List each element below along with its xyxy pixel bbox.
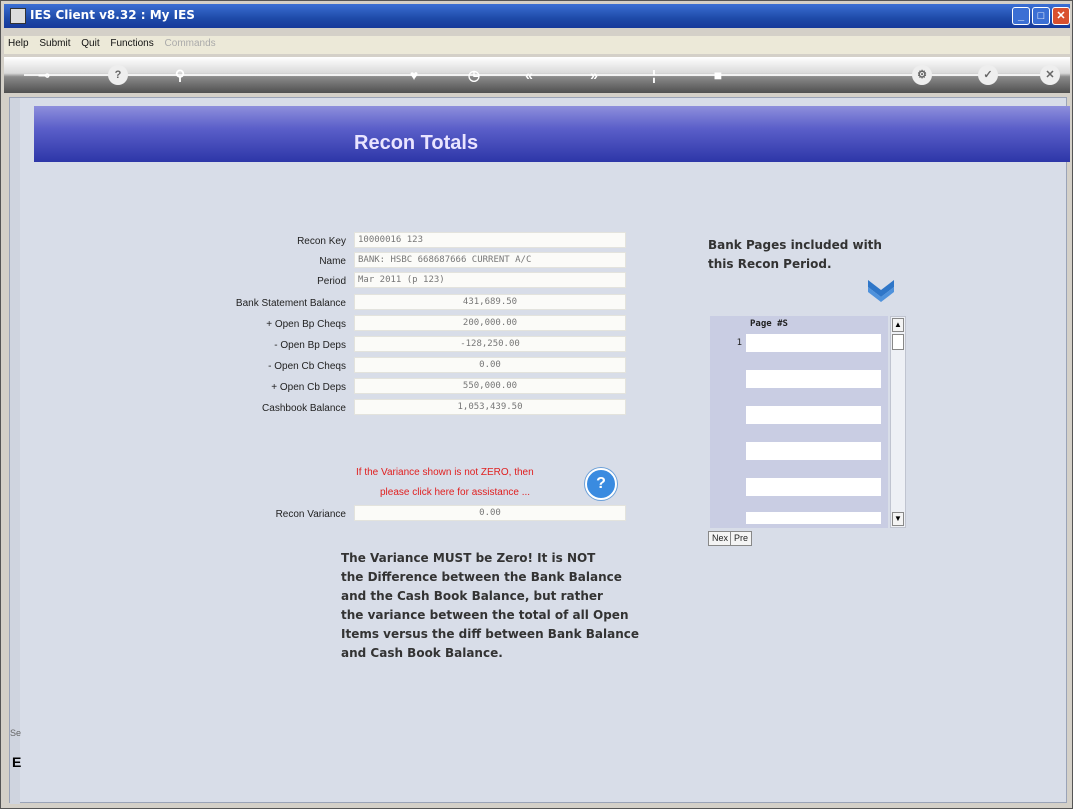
note-line: the variance between the total of all Op… (341, 608, 629, 622)
cashbook-balance-field[interactable]: 1,053,439.50 (354, 399, 626, 415)
menu-submit[interactable]: Submit (35, 36, 74, 51)
clock-icon[interactable]: ◷ (464, 65, 484, 85)
note-line: the Difference between the Bank Balance (341, 570, 622, 584)
prev-page-button[interactable]: Pre (730, 531, 753, 546)
note-line: The Variance MUST be Zero! It is NOT (341, 551, 596, 565)
recon-key-field[interactable]: 10000016 123 (354, 232, 626, 248)
grid-header-page: Page #S (746, 316, 885, 332)
down-arrow-icon (868, 280, 894, 302)
open-cb-deps-field[interactable]: 550,000.00 (354, 378, 626, 394)
menu-quit[interactable]: Quit (77, 36, 103, 51)
label-recon-key: Recon Key (297, 236, 346, 247)
check-icon[interactable]: ✓ (978, 65, 998, 85)
label-recon-variance: Recon Variance (275, 509, 346, 520)
key-icon[interactable]: ⊸ (34, 65, 54, 85)
bank-balance-field[interactable]: 431,689.50 (354, 294, 626, 310)
label-open-bp-cheqs: + Open Bp Cheqs (266, 319, 346, 330)
variance-explanation: The Variance MUST be Zero! It is NOT the… (341, 549, 661, 663)
grid-row[interactable] (746, 478, 881, 496)
recon-variance-field[interactable]: 0.00 (354, 505, 626, 521)
help-icon[interactable]: ? (108, 65, 128, 85)
stop-icon[interactable]: ■ (708, 65, 728, 85)
variance-warning-line1: If the Variance shown is not ZERO, then (356, 467, 534, 478)
heart-icon[interactable]: ♥ (404, 65, 424, 85)
window-title: IES Client v8.32 : My IES (30, 8, 195, 22)
title-bar: IES Client v8.32 : My IES _ □ ✕ (4, 4, 1070, 28)
label-open-bp-deps: - Open Bp Deps (274, 340, 346, 351)
menu-commands: Commands (164, 38, 216, 49)
grid-row[interactable] (746, 406, 881, 424)
open-bp-cheqs-field[interactable]: 200,000.00 (354, 315, 626, 331)
bank-pages-title-line2: this Recon Period. (708, 257, 832, 271)
minimize-button[interactable]: _ (1012, 7, 1030, 25)
page-title: Recon Totals (354, 132, 479, 154)
label-open-cb-cheqs: - Open Cb Cheqs (268, 361, 346, 372)
scroll-up-button[interactable]: ▲ (892, 318, 904, 332)
search-icon[interactable]: ⚲ (170, 65, 190, 85)
header-banner: Recon Totals (34, 106, 1070, 162)
close-window-button[interactable]: ✕ (1052, 7, 1070, 25)
status-char: E (12, 754, 22, 770)
label-period: Period (317, 276, 346, 287)
label-open-cb-deps: + Open Cb Deps (271, 382, 346, 393)
toolbar: ⊸ ? ⚲ ♥ ◷ « » ¦ ■ ⚙ ✓ ✕ (4, 57, 1070, 93)
bank-pages-grid[interactable]: Page #S 1 (710, 316, 888, 528)
menu-help[interactable]: Help (4, 36, 33, 51)
note-line: and the Cash Book Balance, but rather (341, 589, 603, 603)
open-bp-deps-field[interactable]: -128,250.00 (354, 336, 626, 352)
assistance-help-button[interactable]: ? (585, 468, 617, 500)
scroll-thumb[interactable] (892, 334, 904, 350)
grid-row[interactable] (746, 442, 881, 460)
period-field[interactable]: Mar 2011 (p 123) (354, 272, 626, 288)
name-field[interactable]: BANK: HSBC 668687666 CURRENT A/C (354, 252, 626, 268)
label-name: Name (319, 256, 346, 267)
grid-row[interactable] (746, 512, 881, 524)
side-strip (10, 98, 20, 804)
maximize-button[interactable]: □ (1032, 7, 1050, 25)
label-cashbook-balance: Cashbook Balance (262, 403, 346, 414)
bank-pages-title: Bank Pages included with this Recon Peri… (708, 236, 882, 274)
note-line: Items versus the diff between Bank Balan… (341, 627, 639, 641)
bank-pages-title-line1: Bank Pages included with (708, 238, 882, 252)
label-bank-balance: Bank Statement Balance (235, 298, 346, 309)
variance-warning-link[interactable]: please click here for assistance ... (380, 487, 530, 498)
back-icon[interactable]: « (519, 65, 539, 85)
menu-bar: Help Submit Quit Functions Commands (4, 36, 1070, 54)
settings-icon[interactable]: ⚙ (912, 65, 932, 85)
grid-row[interactable] (746, 370, 881, 388)
close-icon[interactable]: ✕ (1040, 65, 1060, 85)
grid-row[interactable] (746, 334, 881, 352)
app-icon (10, 8, 26, 24)
forward-icon[interactable]: » (584, 65, 604, 85)
grid-row-number: 1 (736, 338, 742, 348)
app-window: IES Client v8.32 : My IES _ □ ✕ Help Sub… (0, 0, 1073, 809)
main-content: Recon Totals Recon Key 10000016 123 Name… (9, 97, 1070, 804)
note-line: and Cash Book Balance. (341, 646, 503, 660)
menu-functions[interactable]: Functions (106, 36, 157, 51)
status-label: Se (10, 728, 22, 738)
scroll-down-button[interactable]: ▼ (892, 512, 904, 526)
open-cb-cheqs-field[interactable]: 0.00 (354, 357, 626, 373)
info-icon[interactable]: ¦ (644, 65, 664, 85)
grid-scrollbar[interactable]: ▲ ▼ (890, 316, 906, 528)
next-page-button[interactable]: Nex (708, 531, 733, 546)
